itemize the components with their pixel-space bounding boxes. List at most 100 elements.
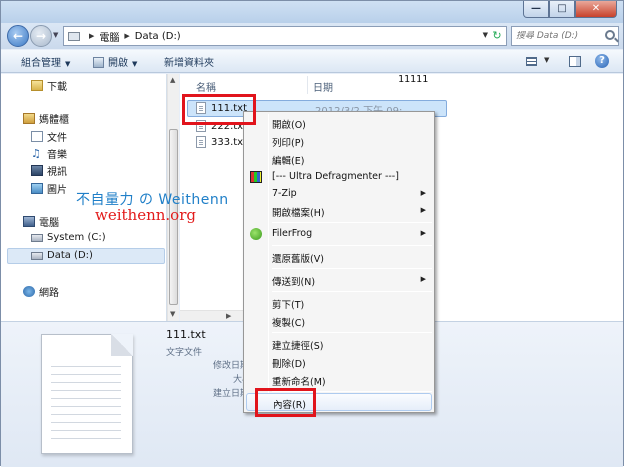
menu-separator: [272, 268, 432, 269]
menu-item-label: 傳送到(N): [272, 277, 316, 288]
minimize-button[interactable]: —: [523, 1, 549, 18]
file-row-333[interactable]: 333.txt: [196, 136, 247, 148]
scroll-right-icon[interactable]: ▶: [226, 312, 231, 320]
address-bar[interactable]: ▶ 電腦 ▶ Data (D:) ▼ ↻: [63, 26, 507, 46]
file-name: 333.txt: [211, 136, 248, 148]
menu-item-rename[interactable]: 重新命名(M): [246, 371, 432, 389]
submenu-arrow-icon: ▶: [420, 275, 426, 283]
help-icon[interactable]: ?: [595, 54, 609, 68]
chevron-down-icon: ▼: [65, 60, 71, 68]
menu-item-label: 開啟檔案(H): [272, 208, 325, 219]
context-menu: 開啟(O) 列印(P) 編輯(E) [--- Ultra Defragmente…: [243, 111, 435, 413]
nav-item-label: 電腦: [39, 218, 59, 229]
nav-item-data-drive[interactable]: Data (D:): [31, 250, 93, 261]
videos-icon: [31, 165, 43, 176]
nav-item-label: 網路: [39, 288, 59, 299]
open-button[interactable]: 開啟 ▼: [93, 54, 137, 69]
nav-item-label: 視訊: [47, 167, 67, 178]
menu-item-print[interactable]: 列印(P): [246, 132, 432, 150]
menu-item-delete[interactable]: 刪除(D): [246, 353, 432, 371]
computer-small-icon: [68, 31, 80, 41]
chevron-down-icon: ▼: [132, 60, 138, 68]
menu-item-label: 重新命名(M): [272, 377, 326, 388]
menu-item-label: 編輯(E): [272, 156, 305, 167]
defragmenter-icon: [250, 171, 262, 183]
nav-item-label: 圖片: [47, 185, 67, 196]
menu-item-ultra-defrag[interactable]: [--- Ultra Defragmenter ---]: [246, 168, 432, 186]
menu-item-label: 開啟(O): [272, 120, 306, 131]
back-button[interactable]: ←: [7, 25, 29, 47]
menu-item-open[interactable]: 開啟(O): [246, 114, 432, 132]
address-dropdown-icon[interactable]: ▼: [483, 31, 488, 39]
refresh-icon[interactable]: ↻: [490, 28, 504, 44]
nav-item-computer[interactable]: 電腦: [23, 214, 59, 229]
menu-item-label: 建立捷徑(S): [272, 341, 324, 352]
menu-item-create-shortcut[interactable]: 建立捷徑(S): [246, 335, 432, 353]
breadcrumb-computer[interactable]: 電腦: [99, 29, 119, 44]
column-divider[interactable]: [307, 76, 308, 94]
drive-icon: [31, 233, 43, 242]
nav-item-label: 文件: [47, 133, 67, 144]
nav-item-music[interactable]: ♫ 音樂: [31, 146, 67, 161]
caption-buttons: — □ ✕: [523, 1, 617, 18]
nav-item-downloads[interactable]: 下載: [31, 78, 67, 93]
forward-arrow-icon: →: [35, 29, 47, 43]
nav-item-system-drive[interactable]: System (C:): [31, 232, 106, 243]
search-box[interactable]: [511, 26, 619, 46]
column-header-date[interactable]: 日期: [313, 79, 333, 94]
music-note-icon: ♫: [31, 147, 41, 160]
view-dropdown-icon[interactable]: ▼: [544, 56, 549, 64]
menu-item-copy[interactable]: 複製(C): [246, 312, 432, 330]
menu-item-restore-versions[interactable]: 還原舊版(V): [246, 248, 432, 266]
watermark-line-2: weithenn.org: [95, 206, 196, 224]
menu-item-label: 剪下(T): [272, 300, 305, 311]
menu-item-filerfrog[interactable]: FilerFrog ▶: [246, 225, 432, 243]
search-icon[interactable]: [605, 30, 615, 40]
menu-separator: [272, 245, 432, 246]
chevron-right-icon[interactable]: ▶: [89, 32, 94, 40]
drive-icon: [31, 251, 43, 260]
nav-item-label: 下載: [47, 82, 67, 93]
breadcrumb-data-drive[interactable]: Data (D:): [135, 31, 181, 42]
organize-button[interactable]: 組合管理 ▼: [21, 54, 70, 69]
menu-item-7zip[interactable]: 7-Zip ▶: [246, 185, 432, 203]
nav-item-videos[interactable]: 視訊: [31, 163, 67, 178]
search-input[interactable]: [516, 31, 602, 41]
preview-pane-text: 11111: [398, 74, 429, 85]
change-view-icon[interactable]: [526, 57, 537, 66]
nav-item-label: 媽體櫃: [39, 115, 69, 126]
frog-icon: [250, 228, 262, 240]
address-row: ← → ▼ ▶ 電腦 ▶ Data (D:) ▼ ↻: [1, 23, 623, 49]
nav-item-libraries[interactable]: 媽體櫃: [23, 111, 69, 126]
forward-button[interactable]: →: [30, 25, 52, 47]
scroll-up-icon[interactable]: ▲: [170, 76, 175, 84]
column-header-name[interactable]: 名稱: [196, 79, 216, 94]
menu-separator: [272, 291, 432, 292]
menu-item-label: 7-Zip: [272, 188, 297, 199]
maximize-button[interactable]: □: [549, 1, 575, 18]
text-file-icon: [196, 136, 206, 148]
details-file-name: 111.txt: [166, 328, 206, 341]
nav-item-network[interactable]: 網路: [23, 284, 59, 299]
recent-pages-dropdown[interactable]: ▼: [53, 31, 58, 39]
menu-item-open-with[interactable]: 開啟檔案(H) ▶: [246, 202, 432, 220]
menu-item-send-to[interactable]: 傳送到(N) ▶: [246, 271, 432, 289]
submenu-arrow-icon: ▶: [420, 206, 426, 214]
menu-separator: [272, 332, 432, 333]
menu-item-edit[interactable]: 編輯(E): [246, 150, 432, 168]
submenu-arrow-icon: ▶: [420, 229, 426, 237]
menu-item-cut[interactable]: 剪下(T): [246, 294, 432, 312]
nav-item-pictures[interactable]: 圖片: [31, 181, 67, 196]
libraries-icon: [23, 113, 35, 124]
title-bar: — □ ✕: [1, 1, 623, 23]
close-button[interactable]: ✕: [575, 1, 617, 18]
command-bar: 組合管理 ▼ 開啟 ▼ 新增資料夾 ▼ ?: [1, 50, 623, 73]
documents-icon: [31, 131, 43, 142]
new-folder-button[interactable]: 新增資料夾: [164, 54, 214, 69]
scroll-down-icon[interactable]: ▼: [170, 310, 175, 318]
chevron-right-icon[interactable]: ▶: [124, 32, 129, 40]
highlight-box-file: [182, 94, 256, 125]
nav-item-documents[interactable]: 文件: [31, 129, 67, 144]
preview-pane-icon[interactable]: [569, 56, 581, 67]
menu-item-label: 複製(C): [272, 318, 306, 329]
